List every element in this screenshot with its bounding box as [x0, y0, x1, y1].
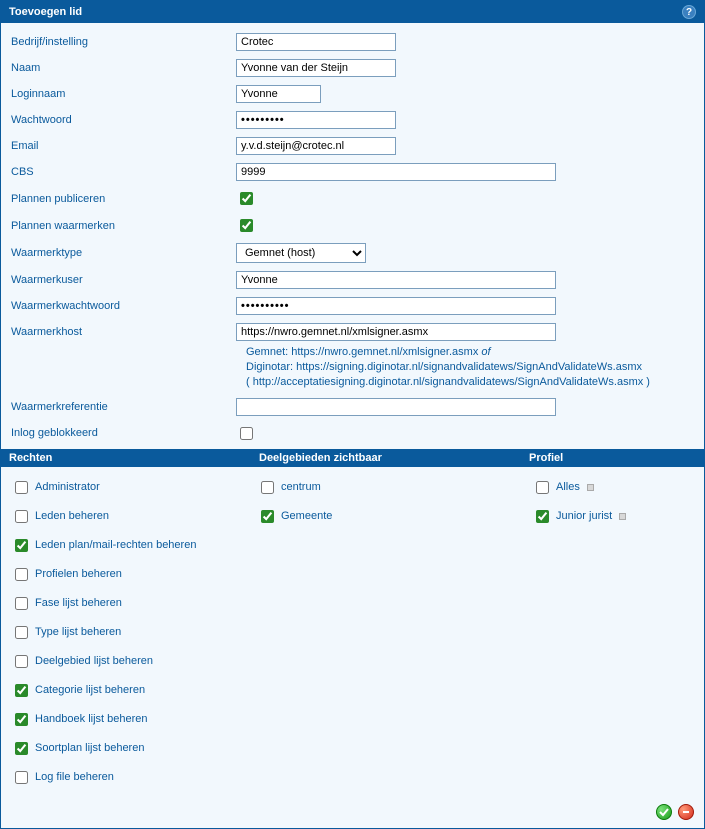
footer-buttons	[1, 798, 704, 828]
input-waarmerkreferentie[interactable]	[236, 398, 556, 416]
cancel-button[interactable]	[678, 804, 694, 820]
label-rechten-soortplan: Soortplan lijst beheren	[35, 742, 144, 754]
waarmerkhost-hint: Gemnet: https://nwro.gemnet.nl/xmlsigner…	[246, 345, 694, 394]
checkbox-rechten-fase[interactable]	[15, 597, 28, 610]
label-profiel-alles: Alles	[556, 481, 580, 493]
panel-header: Toevoegen lid ?	[1, 1, 704, 23]
checkbox-rechten-deelgebied[interactable]	[15, 655, 28, 668]
label-waarmerkhost: Waarmerkhost	[11, 326, 236, 338]
label-rechten-leden-planmail: Leden plan/mail-rechten beheren	[35, 539, 196, 551]
info-badge-icon[interactable]	[587, 484, 594, 491]
label-waarmerkreferentie: Waarmerkreferentie	[11, 401, 236, 413]
deelgebieden-column: centrum Gemeente	[257, 473, 532, 792]
checkbox-rechten-type[interactable]	[15, 626, 28, 639]
label-loginnaam: Loginnaam	[11, 88, 236, 100]
checkbox-rechten-administrator[interactable]	[15, 481, 28, 494]
checkbox-rechten-handboek[interactable]	[15, 713, 28, 726]
checkbox-rechten-leden-planmail[interactable]	[15, 539, 28, 552]
input-waarmerkhost[interactable]	[236, 323, 556, 341]
checkbox-rechten-soortplan[interactable]	[15, 742, 28, 755]
checkbox-inlog-geblokkeerd[interactable]	[240, 427, 253, 440]
rechten-column: Administrator Leden beheren Leden plan/m…	[11, 473, 257, 792]
profiel-column: Alles Junior jurist	[532, 473, 694, 792]
info-badge-icon[interactable]	[619, 513, 626, 520]
label-waarmerkwachtwoord: Waarmerkwachtwoord	[11, 300, 236, 312]
label-plannen-publiceren: Plannen publiceren	[11, 193, 236, 205]
sections-header: Rechten Deelgebieden zichtbaar Profiel	[1, 449, 704, 467]
label-wachtwoord: Wachtwoord	[11, 114, 236, 126]
label-deelgebied-centrum: centrum	[281, 481, 321, 493]
form-body: Bedrijf/instelling Naam Loginnaam Wachtw…	[1, 23, 704, 449]
label-rechten-profielen: Profielen beheren	[35, 568, 122, 580]
label-rechten-leden-beheren: Leden beheren	[35, 510, 109, 522]
label-rechten-logfile: Log file beheren	[35, 771, 114, 783]
label-rechten-handboek: Handboek lijst beheren	[35, 713, 148, 725]
input-wachtwoord[interactable]	[236, 111, 396, 129]
label-profiel-junior: Junior jurist	[556, 510, 612, 522]
label-bedrijf: Bedrijf/instelling	[11, 36, 236, 48]
label-plannen-waarmerken: Plannen waarmerken	[11, 220, 236, 232]
label-waarmerktype: Waarmerktype	[11, 247, 236, 259]
checkbox-profiel-junior[interactable]	[536, 510, 549, 523]
checkbox-deelgebied-gemeente[interactable]	[261, 510, 274, 523]
section-title-profiel: Profiel	[529, 452, 696, 464]
minus-icon	[681, 807, 691, 817]
checkbox-rechten-categorie[interactable]	[15, 684, 28, 697]
panel-title: Toevoegen lid	[9, 6, 82, 18]
checkbox-deelgebied-centrum[interactable]	[261, 481, 274, 494]
label-rechten-deelgebied: Deelgebied lijst beheren	[35, 655, 153, 667]
label-rechten-fase: Fase lijst beheren	[35, 597, 122, 609]
checkbox-profiel-alles[interactable]	[536, 481, 549, 494]
checkbox-plannen-publiceren[interactable]	[240, 192, 253, 205]
input-waarmerkwachtwoord[interactable]	[236, 297, 556, 315]
ok-button[interactable]	[656, 804, 672, 820]
label-inlog-geblokkeerd: Inlog geblokkeerd	[11, 427, 236, 439]
label-rechten-type: Type lijst beheren	[35, 626, 121, 638]
checkbox-rechten-leden-beheren[interactable]	[15, 510, 28, 523]
label-cbs: CBS	[11, 166, 236, 178]
label-email: Email	[11, 140, 236, 152]
label-waarmerkuser: Waarmerkuser	[11, 274, 236, 286]
checkbox-rechten-logfile[interactable]	[15, 771, 28, 784]
help-icon[interactable]: ?	[682, 5, 696, 19]
input-waarmerkuser[interactable]	[236, 271, 556, 289]
label-naam: Naam	[11, 62, 236, 74]
section-title-rechten: Rechten	[9, 452, 259, 464]
check-icon	[659, 807, 669, 817]
input-loginnaam[interactable]	[236, 85, 321, 103]
section-title-deelgebieden: Deelgebieden zichtbaar	[259, 452, 529, 464]
checkbox-columns: Administrator Leden beheren Leden plan/m…	[1, 467, 704, 798]
label-rechten-administrator: Administrator	[35, 481, 100, 493]
add-member-panel: Toevoegen lid ? Bedrijf/instelling Naam …	[0, 0, 705, 829]
label-deelgebied-gemeente: Gemeente	[281, 510, 332, 522]
checkbox-plannen-waarmerken[interactable]	[240, 219, 253, 232]
checkbox-rechten-profielen[interactable]	[15, 568, 28, 581]
label-rechten-categorie: Categorie lijst beheren	[35, 684, 145, 696]
select-waarmerktype[interactable]: Gemnet (host)	[236, 243, 366, 263]
input-naam[interactable]	[236, 59, 396, 77]
input-cbs[interactable]	[236, 163, 556, 181]
input-email[interactable]	[236, 137, 396, 155]
input-bedrijf[interactable]	[236, 33, 396, 51]
